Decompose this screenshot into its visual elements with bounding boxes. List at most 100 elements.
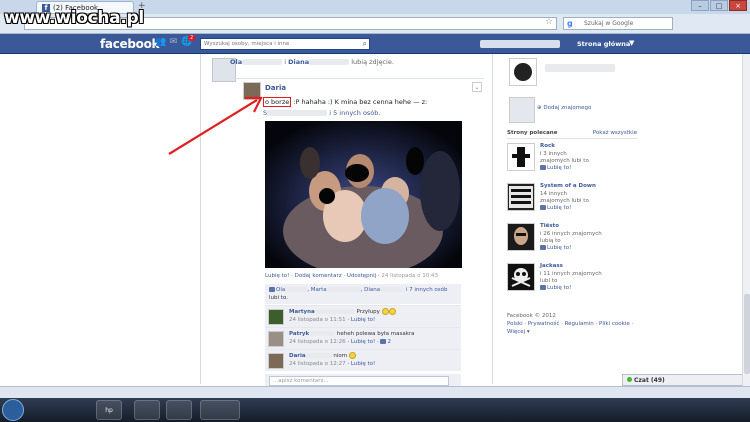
smiley-icon xyxy=(381,308,389,315)
messages-icon[interactable]: ✉ xyxy=(168,37,179,48)
page-picture[interactable] xyxy=(507,183,535,211)
comment-link[interactable]: Dodaj komentarz xyxy=(295,273,342,279)
like-link[interactable]: Lubię to! xyxy=(265,273,289,279)
page-name[interactable]: Tiësto xyxy=(540,223,559,230)
comment-time[interactable]: 24 listopada o 12:26 xyxy=(289,339,346,345)
red-arrow-annotation xyxy=(168,96,263,155)
likes-summary: Ola, Marta, Diana i 7 innych osób lubi to… xyxy=(265,284,461,304)
commenter-name[interactable]: Daria xyxy=(289,353,306,359)
tagged-more-link[interactable]: i 5 innych osób. xyxy=(329,109,380,117)
comment: Daria niom 24 listopada o 12:27 · Lubię … xyxy=(265,349,461,371)
comment-like-link[interactable]: Lubię to! xyxy=(351,339,375,345)
watermark: www.wiocha.pl xyxy=(4,8,144,28)
comment: Patryk heheh polewa była masakra 24 listo… xyxy=(265,327,461,349)
friends-icon[interactable]: 👥 xyxy=(155,37,166,48)
comment-text: Przyłupy xyxy=(356,309,380,315)
page-meta-a: i 3 innych xyxy=(540,151,567,157)
scrollbar-thumb[interactable] xyxy=(744,294,750,374)
search-icon[interactable]: ⌕ xyxy=(363,39,367,49)
post-text-tail: — z: xyxy=(413,98,428,106)
system-tray xyxy=(630,400,750,420)
post-photo[interactable] xyxy=(265,121,462,268)
page-name[interactable]: Rock xyxy=(540,143,555,150)
start-button[interactable] xyxy=(2,399,24,421)
story-user-2[interactable]: Diana xyxy=(288,58,309,66)
page-name[interactable]: System of a Down xyxy=(540,183,596,190)
page-meta: i 11 innych znajomych lubi to xyxy=(540,271,640,285)
minimize-button[interactable]: – xyxy=(691,0,709,11)
like-thumb-icon xyxy=(540,245,546,250)
friend-suggestion-avatar[interactable] xyxy=(509,97,535,123)
comment-time[interactable]: 24 listopada o 12:27 xyxy=(289,361,346,367)
notification-badge: 2 xyxy=(188,35,196,41)
page-meta-b: lubią to xyxy=(540,238,561,244)
account-menu-icon[interactable]: ▼ xyxy=(629,39,634,47)
footer-links[interactable]: Polski · Prywatność · Regulamin · Pliki … xyxy=(507,321,633,327)
commenter-avatar[interactable] xyxy=(268,353,284,369)
page-meta-a: i 11 innych znajomych xyxy=(540,271,602,277)
close-button[interactable]: × xyxy=(729,0,747,11)
liker-2[interactable]: Marta xyxy=(311,287,327,293)
post-timestamp[interactable]: 24 listopada o 10:43 xyxy=(381,273,438,279)
blurred-profile-name xyxy=(480,40,560,48)
page-meta-b: lubi to xyxy=(540,278,558,284)
page-like-button[interactable]: Lubię to! xyxy=(540,205,571,212)
comment-time[interactable]: 24 listopada o 11:51 xyxy=(289,317,346,323)
page-scrollbar[interactable] xyxy=(742,54,750,388)
taskbar-browser-icon[interactable] xyxy=(200,400,240,420)
taskbar-app-icon[interactable] xyxy=(166,400,192,420)
share-link[interactable]: Udostępnij xyxy=(347,273,376,279)
liker-1[interactable]: Ola xyxy=(276,287,285,293)
page-like-button[interactable]: Lubię to! xyxy=(540,285,571,292)
home-link[interactable]: Strona główna xyxy=(577,40,630,48)
liker-3[interactable]: Diana xyxy=(364,287,380,293)
commenter-name[interactable]: Patryk xyxy=(289,331,309,337)
like-thumb-icon xyxy=(540,285,546,290)
commenter-avatar[interactable] xyxy=(268,309,284,325)
comment-like-link[interactable]: Lubię to! xyxy=(351,361,375,367)
page-name[interactable]: Jackass xyxy=(540,263,563,270)
profile-face xyxy=(514,63,532,81)
comment-like-count[interactable]: 2 xyxy=(387,339,391,345)
post-author[interactable]: Daria xyxy=(265,84,286,92)
smiley-icon xyxy=(388,308,396,315)
hp-taskbar-icon[interactable]: hp xyxy=(96,400,122,420)
footer-more-link[interactable]: Więcej ▾ xyxy=(507,329,530,335)
suggested-page: Rock i 3 innych znajomych lubi to Lubię to! xyxy=(507,143,641,173)
page-picture[interactable] xyxy=(507,223,535,251)
page-like-label: Lubię to! xyxy=(547,205,572,211)
like-thumb-icon xyxy=(540,205,546,210)
like-thumb-icon xyxy=(540,165,546,170)
maximize-button[interactable]: □ xyxy=(710,0,728,11)
profile-picture[interactable] xyxy=(509,58,537,86)
commenter-name[interactable]: Martyna xyxy=(289,309,315,315)
page-like-label: Lubię to! xyxy=(547,285,572,291)
bookmark-star-icon[interactable]: ☆ xyxy=(545,17,553,27)
page-like-button[interactable]: Lubię to! xyxy=(540,165,571,172)
chat-bar[interactable]: Czat (49) xyxy=(622,374,750,386)
browser-status-bar xyxy=(0,386,750,398)
page-meta: i 3 innych znajomych lubi to xyxy=(540,151,640,165)
add-friend-link[interactable]: ⊕ Dodaj znajomego xyxy=(537,105,591,111)
story-header: Ola i Diana lubią zdjęcie. xyxy=(230,58,394,66)
likers-more-link[interactable]: i 7 innych osób xyxy=(406,287,448,293)
google-search-input[interactable]: g Szukaj w Google xyxy=(563,17,673,30)
post-options-chevron-icon[interactable]: ⌄ xyxy=(472,82,482,92)
blurred-profile-name xyxy=(545,64,615,72)
taskbar-app-icon[interactable] xyxy=(134,400,160,420)
story-user-1[interactable]: Ola xyxy=(230,58,242,66)
comment-like-link[interactable]: Lubię to! xyxy=(351,317,375,323)
likes-suffix: lubi to. xyxy=(269,295,288,301)
suggested-page: System of a Down 14 innych znajomych lubi … xyxy=(507,183,641,213)
page-picture[interactable] xyxy=(507,143,535,171)
page-like-button[interactable]: Lubię to! xyxy=(540,245,571,252)
facebook-logo[interactable]: facebook xyxy=(100,37,160,51)
commenter-avatar[interactable] xyxy=(268,331,284,347)
online-dot-icon xyxy=(627,377,632,382)
page-meta: i 26 innych znajomych lubią to xyxy=(540,231,640,245)
page-picture[interactable] xyxy=(507,263,535,291)
see-all-link[interactable]: Pokaż wszystkie xyxy=(593,130,637,136)
google-icon: g xyxy=(567,19,576,28)
facebook-search-input[interactable]: Wyszukaj osoby, miejsca i inne ⌕ xyxy=(200,38,370,50)
comment-input[interactable]: ...apisz komentarz... xyxy=(269,376,449,386)
